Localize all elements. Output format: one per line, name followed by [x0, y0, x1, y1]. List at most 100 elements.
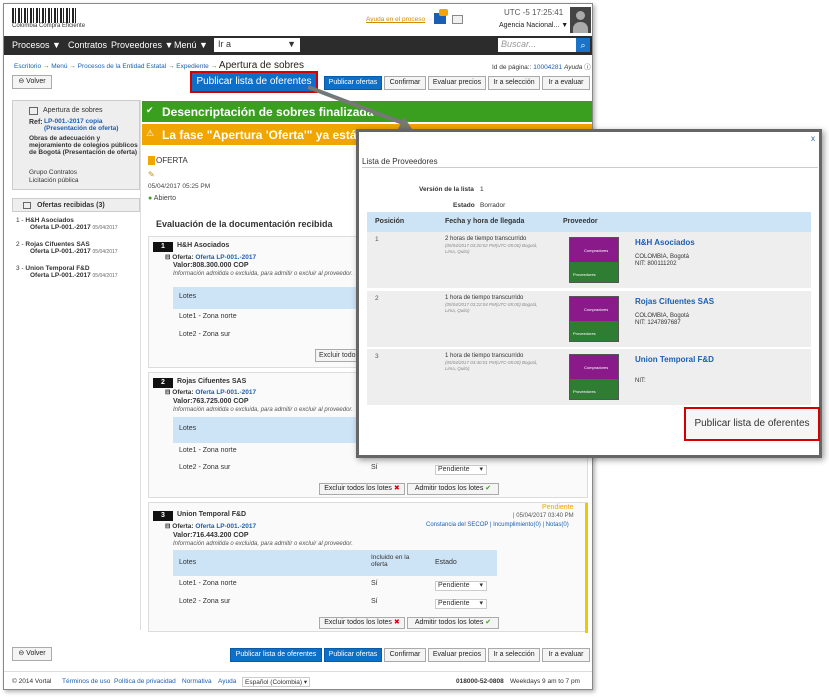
edit-icon[interactable]: ✎ [148, 170, 155, 179]
check-icon: ✔ [485, 619, 492, 626]
admit-all-button[interactable]: Admitir todos los lotes ✔ [407, 617, 499, 629]
oferta-date: 05/04/2017 05:25 PM [148, 183, 211, 190]
estado-label: Estado [453, 202, 475, 209]
list-item[interactable]: 3 - Union Temporal F&D Oferta LP-001.-201… [16, 265, 142, 279]
lote-row: Lote2 - Zona sur [179, 331, 231, 338]
footer: © 2014 Vortal Términos de uso Política d… [4, 671, 592, 689]
clock: UTC -5 17:25:41 [504, 8, 564, 17]
goto-selection-button-bottom[interactable]: Ir a selección [488, 648, 540, 662]
divider [362, 167, 818, 168]
list-item[interactable]: 1 - H&H Asociados Oferta LP-001.-2017 05/… [16, 217, 142, 231]
back-button[interactable]: ⊖ Volver [12, 75, 52, 89]
supplier-name: Union Temporal F&D [177, 511, 247, 518]
supplier-name-link[interactable]: Rojas Cifuentes SAS [635, 297, 714, 306]
supplier-section-3: Pendiente | 05/04/2017 03:40 PM Constanc… [148, 502, 588, 633]
search-input[interactable]: Buscar... [498, 38, 576, 52]
main-nav: Procesos ▼ Contratos Proveedores ▼ Menú … [4, 36, 592, 55]
supplier-name-link[interactable]: Union Temporal F&D [635, 355, 714, 364]
list-item[interactable]: 2 - Rojas Cifuentes SAS Oferta LP-001.-20… [16, 241, 142, 255]
agency-select[interactable]: Agencia Nacional... ▼ [499, 22, 568, 29]
lote-row: Lote2 - Zona sur [179, 598, 231, 605]
supplier-number: 1 [153, 242, 173, 252]
lotes-header: Lotes [173, 287, 363, 309]
nav-menu[interactable]: Menú ▼ [174, 40, 208, 50]
footer-link-help[interactable]: Ayuda [218, 678, 236, 685]
colombia-compra-logo[interactable] [12, 8, 78, 23]
help-link[interactable]: Ayuda en el proceso [366, 16, 425, 23]
included-value: Sí [371, 598, 378, 605]
status-select[interactable]: Pendiente ▾ [435, 465, 487, 475]
evaluate-prices-button[interactable]: Evaluar precios [428, 76, 486, 90]
supplier-oferta: ⊟ Oferta: Oferta LP-001.-2017 [165, 254, 257, 261]
admission-note: Información admitida o excluida, para ad… [173, 407, 353, 413]
avatar[interactable] [570, 7, 591, 33]
admit-all-button[interactable]: Admitir todos los lotes ✔ [407, 483, 499, 495]
lote-row: Lote1 - Zona norte [179, 447, 237, 454]
process-group: Grupo Contratos [29, 169, 78, 176]
status-text: ● Abierto [148, 195, 176, 202]
document-icon [29, 107, 38, 115]
supplier-name-link[interactable]: H&H Asociados [635, 238, 695, 247]
exclude-all-button[interactable]: Excluir todos los lotes ✖ [319, 617, 405, 629]
breadcrumb-procesos[interactable]: Procesos de la Entidad Estatal [78, 63, 167, 70]
table-row: 3 1 hora de tiempo transcurrido (05/04/2… [367, 349, 811, 405]
pending-bar [585, 503, 588, 633]
footer-link-normativa[interactable]: Normativa [182, 678, 212, 685]
publish-offers-button-bottom[interactable]: Publicar ofertas [324, 648, 382, 662]
nav-proveedores[interactable]: Proveedores ▼ [111, 40, 173, 50]
status-select[interactable]: Pendiente ▾ [435, 599, 487, 609]
evaluate-prices-button-bottom[interactable]: Evaluar precios [428, 648, 486, 662]
goto-evaluate-button-bottom[interactable]: Ir a evaluar [542, 648, 590, 662]
supplier-links[interactable]: Constancia del SECOP | Incumplimiento(0)… [426, 522, 569, 528]
supplier-valor: Valor:763.725.000 COP [173, 398, 249, 405]
notifications-icon[interactable] [434, 9, 448, 24]
nav-procesos[interactable]: Procesos ▼ [12, 40, 61, 50]
back-button-bottom[interactable]: ⊖ Volver [12, 647, 52, 661]
exclude-all-button[interactable]: Excluir todos los lotes [315, 349, 361, 362]
publish-list-button[interactable]: Publicar lista de oferentes [230, 648, 322, 662]
goto-selection-button[interactable]: Ir a selección [488, 76, 540, 90]
page-id: Id de página:: 10004281 Ayuda ⓘ [492, 64, 591, 71]
goto-evaluate-button[interactable]: Ir a evaluar [542, 76, 590, 90]
x-icon: ✖ [393, 485, 400, 492]
exclude-all-button[interactable]: Excluir todos los lotes ✖ [319, 483, 405, 495]
oferta-label: OFERTA [156, 156, 188, 165]
nav-contratos[interactable]: Contratos [68, 40, 107, 50]
logo-text: Colombia Compra Eficiente [12, 23, 86, 29]
oferta-box: OFERTA ✎ 05/04/2017 05:25 PM ● Abierto [146, 154, 323, 216]
version-value: 1 [480, 186, 484, 193]
breadcrumb-menu[interactable]: Menú [51, 63, 67, 70]
supplier-valor: Valor:808.300.000 COP [173, 262, 249, 269]
modal-title: Lista de Proveedores [362, 157, 438, 166]
breadcrumb-expediente[interactable]: Expediente [176, 63, 209, 70]
supplier-oferta: ⊟ Oferta: Oferta LP-001.-2017 [165, 523, 257, 530]
breadcrumb-escritorio[interactable]: Escritorio [14, 63, 41, 70]
confirm-button-bottom[interactable]: Confirmar [384, 648, 426, 662]
status-select[interactable]: Pendiente ▾ [435, 581, 487, 591]
lotes-header: Lotes Incluido en la oferta Estado [173, 550, 497, 576]
x-icon: ✖ [393, 619, 400, 626]
supplier-logo: Compradores Proveedores [569, 237, 619, 283]
table-row: 2 1 hora de tiempo transcurrido (05/04/2… [367, 291, 811, 347]
process-type: Licitación pública [29, 177, 79, 184]
callout-arrow [307, 85, 412, 129]
close-icon[interactable]: x [811, 134, 815, 143]
footer-phone: 018000-52-0808 [456, 678, 504, 685]
breadcrumb: Escritorio → Menú → Procesos de la Entid… [14, 60, 304, 71]
folder-icon[interactable] [452, 15, 463, 24]
copyright: © 2014 Vortal [12, 678, 52, 685]
summary-title: Apertura de sobres [43, 107, 103, 114]
top-header: Colombia Compra Eficiente Ayuda en el pr… [4, 4, 592, 35]
language-select[interactable]: Español (Colombia) ▾ [242, 677, 311, 687]
goto-select[interactable]: Ir a ▼ [214, 38, 300, 52]
process-description: Obras de adecuación y mejoramiento de co… [29, 135, 138, 156]
version-label: Versión de la lista [419, 186, 474, 193]
search-icon[interactable]: ⌕ [576, 38, 590, 52]
ref-link[interactable]: LP-001.-2017 copia (Presentación de ofer… [44, 118, 134, 132]
footer-link-privacy[interactable]: Política de privacidad [114, 678, 176, 685]
publish-list-callout-button[interactable]: Publicar lista de oferentes [684, 407, 820, 441]
publish-list-button-highlighted[interactable]: Publicar lista de oferentes [190, 71, 318, 93]
admission-note: Información admitida o excluida, para ad… [173, 271, 353, 277]
offers-received-header: Ofertas recibidas (3) [12, 198, 140, 212]
footer-link-terms[interactable]: Términos de uso [62, 678, 110, 685]
